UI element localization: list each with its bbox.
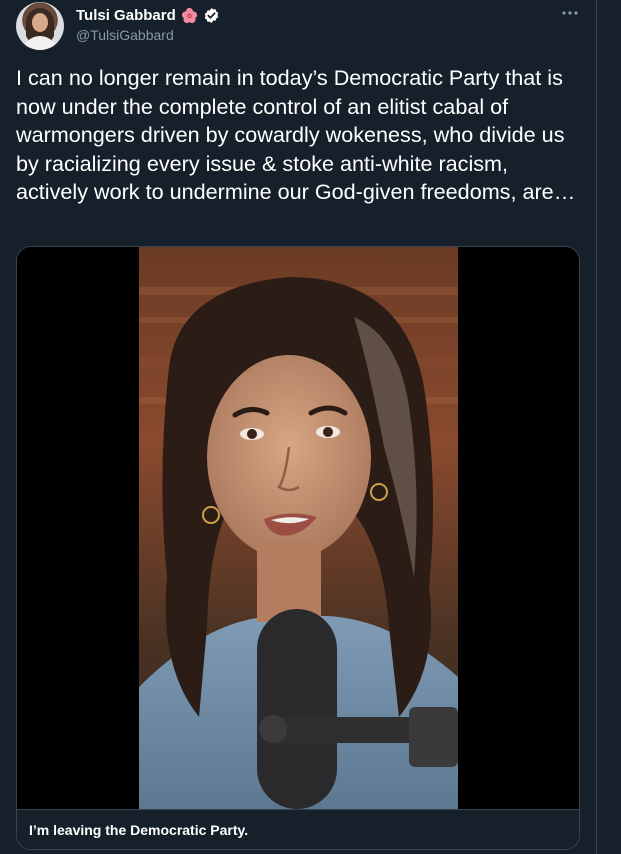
media-caption: I’m leaving the Democratic Party. xyxy=(29,822,249,838)
media-caption-bar: I’m leaving the Democratic Party. xyxy=(17,809,579,849)
tweet-card: Tulsi Gabbard @TulsiGabbard I can no lon… xyxy=(0,0,597,854)
more-options-icon[interactable] xyxy=(559,4,581,22)
display-name-row: Tulsi Gabbard xyxy=(76,5,220,25)
author-handle[interactable]: @TulsiGabbard xyxy=(76,27,220,43)
media-card[interactable]: I’m leaving the Democratic Party. xyxy=(16,246,580,850)
tweet-header: Tulsi Gabbard @TulsiGabbard xyxy=(16,2,581,52)
author-names: Tulsi Gabbard @TulsiGabbard xyxy=(76,5,220,43)
avatar[interactable] xyxy=(16,2,64,50)
hibiscus-icon xyxy=(181,7,198,24)
avatar-face xyxy=(32,13,48,32)
video-frame[interactable] xyxy=(139,247,458,809)
verified-badge-icon xyxy=(203,7,220,24)
display-name[interactable]: Tulsi Gabbard xyxy=(76,7,176,24)
tweet-text: I can no longer remain in today’s Democr… xyxy=(16,65,576,204)
scroll-edge xyxy=(597,0,621,854)
video-player[interactable] xyxy=(17,247,579,809)
